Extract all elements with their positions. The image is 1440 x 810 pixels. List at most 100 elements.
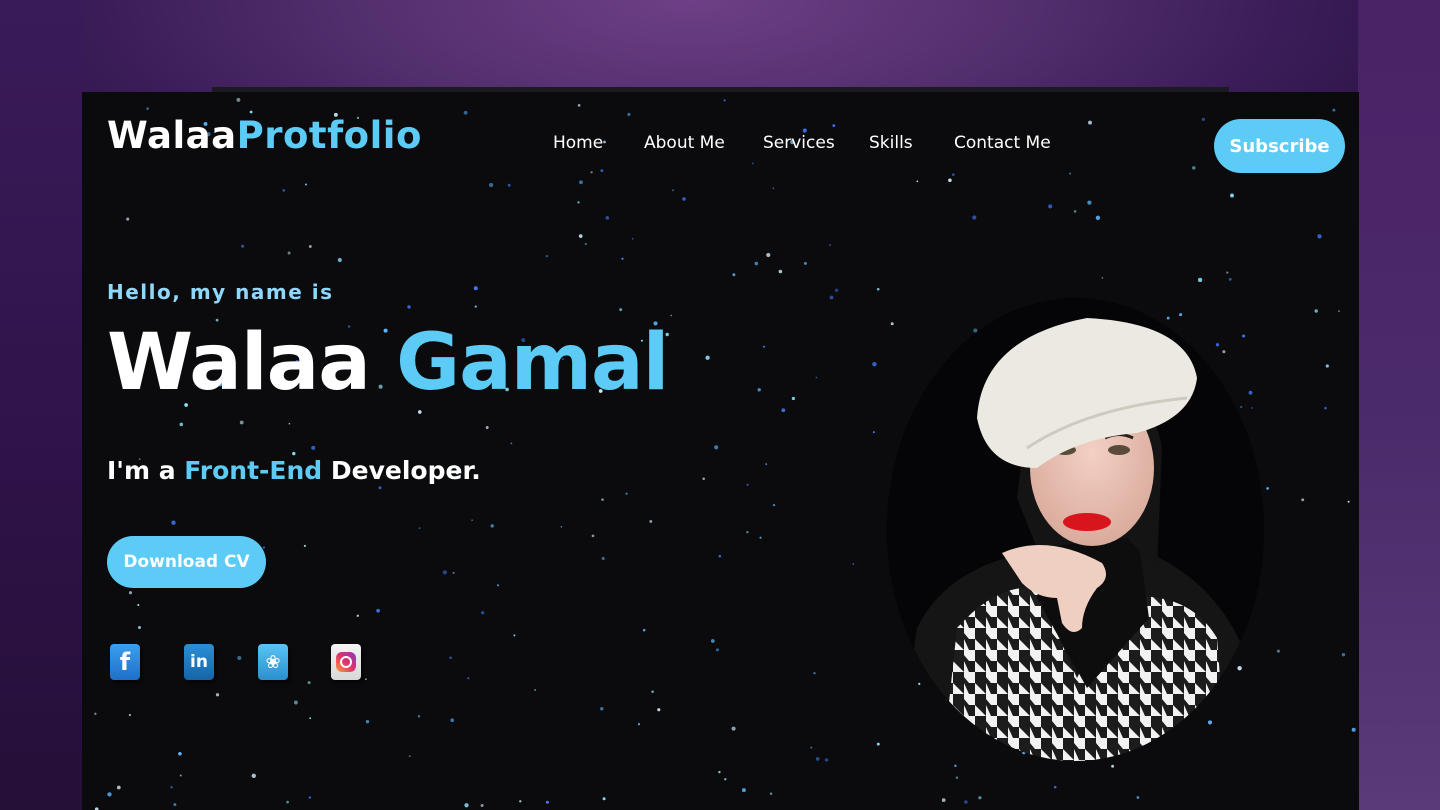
star-dot — [337, 257, 342, 263]
star-dot — [810, 746, 813, 749]
star-dot — [292, 451, 296, 456]
star-dot — [309, 717, 312, 720]
star-dot — [577, 201, 580, 204]
star-dot — [1351, 727, 1356, 732]
site-logo[interactable]: WalaaProtfolio — [107, 117, 422, 154]
star-dot — [1111, 764, 1115, 768]
star-dot — [1179, 313, 1183, 317]
star-dot — [754, 261, 759, 266]
star-dot — [619, 308, 623, 312]
star-dot — [262, 546, 266, 549]
star-dot — [534, 689, 537, 691]
star-dot — [545, 254, 549, 258]
star-dot — [1069, 172, 1072, 175]
star-dot — [1197, 277, 1203, 283]
star-dot — [485, 426, 489, 429]
star-dot — [1226, 271, 1229, 274]
linkedin-icon[interactable]: in — [184, 644, 214, 680]
twitter-icon[interactable]: ❀ — [258, 644, 288, 680]
star-dot — [757, 388, 761, 392]
star-dot — [941, 798, 946, 802]
star-dot — [293, 700, 298, 705]
hero-greeting: Hello, my name is — [107, 280, 334, 304]
star-dot — [1248, 390, 1253, 395]
star-dot — [815, 757, 820, 761]
star-dot — [702, 477, 705, 481]
star-dot — [972, 215, 977, 220]
star-dot — [872, 362, 877, 367]
star-dot — [1222, 350, 1226, 354]
star-dot — [308, 245, 312, 248]
star-dot — [1228, 277, 1232, 281]
star-dot — [452, 571, 455, 574]
star-dot — [107, 792, 112, 797]
star-dot — [759, 536, 762, 539]
star-dot — [288, 422, 291, 425]
star-dot — [1136, 796, 1140, 799]
star-dot — [672, 189, 674, 192]
star-dot — [1053, 785, 1057, 789]
star-dot — [813, 672, 816, 675]
nav-home[interactable]: Home — [553, 133, 603, 153]
instagram-icon[interactable] — [331, 644, 361, 680]
nav-skills[interactable]: Skills — [869, 133, 913, 153]
nav-services[interactable]: Services — [763, 133, 835, 153]
star-dot — [621, 257, 624, 260]
star-dot — [918, 682, 921, 686]
star-dot — [138, 626, 141, 629]
star-dot — [241, 244, 245, 248]
role-prefix: I'm a — [107, 456, 185, 485]
star-dot — [603, 140, 606, 144]
facebook-icon[interactable]: f — [110, 644, 140, 680]
star-dot — [282, 189, 285, 192]
star-dot — [146, 107, 149, 110]
nav-contact-me[interactable]: Contact Me — [954, 133, 1051, 153]
star-dot — [625, 492, 628, 495]
download-cv-button[interactable]: Download CV — [107, 536, 266, 588]
star-dot — [651, 690, 654, 693]
star-dot — [442, 570, 448, 575]
subscribe-button[interactable]: Subscribe — [1214, 119, 1345, 173]
star-dot — [450, 718, 455, 723]
star-dot — [1251, 407, 1253, 409]
star-dot — [732, 273, 736, 277]
star-dot — [682, 197, 686, 201]
star-dot — [1087, 200, 1092, 205]
star-dot — [710, 639, 715, 643]
star-dot — [601, 498, 604, 501]
star-dot — [602, 797, 606, 801]
star-dot — [872, 431, 875, 434]
star-dot — [179, 774, 182, 777]
star-dot — [670, 314, 673, 317]
hero-name: Walaa Gamal — [107, 324, 669, 402]
star-dot — [600, 169, 604, 172]
role-highlight: Front-End — [184, 456, 323, 485]
star-dot — [1332, 108, 1336, 112]
star-dot — [237, 655, 242, 661]
nav-about-me[interactable]: About Me — [644, 133, 725, 153]
star-dot — [772, 503, 776, 507]
star-dot — [578, 234, 583, 238]
role-suffix: Developer. — [322, 456, 481, 485]
star-dot — [464, 803, 469, 808]
star-dot — [116, 785, 121, 790]
star-dot — [251, 773, 256, 778]
star-dot — [365, 678, 367, 681]
logo-second-word: Protfolio — [236, 114, 422, 157]
star-dot — [1301, 498, 1305, 502]
star-dot — [715, 648, 720, 652]
star-dot — [714, 445, 719, 450]
portfolio-page: WalaaProtfolio Home About Me Services Sk… — [82, 92, 1359, 810]
backdrop-left — [0, 0, 82, 810]
star-dot — [766, 252, 771, 258]
star-dot — [631, 237, 634, 240]
star-dot — [955, 776, 959, 779]
star-dot — [496, 584, 500, 587]
twitter-glyph: ❀ — [265, 651, 281, 673]
star-dot — [178, 751, 182, 756]
star-dot — [171, 520, 176, 525]
star-dot — [356, 614, 359, 617]
star-dot — [179, 422, 184, 427]
star-dot — [519, 800, 522, 803]
star-dot — [471, 519, 473, 522]
